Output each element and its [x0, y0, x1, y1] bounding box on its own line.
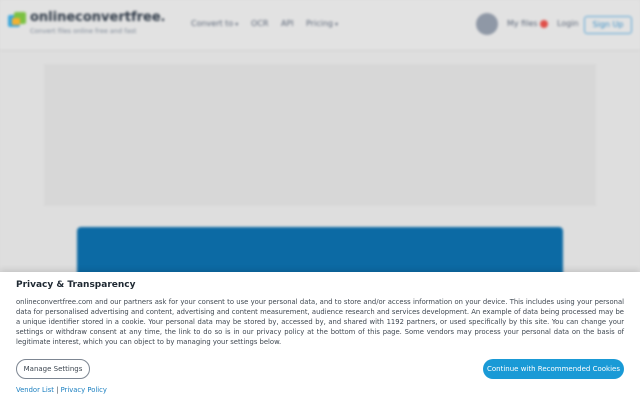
- vendor-list-link[interactable]: Vendor List: [16, 386, 54, 394]
- login-label: Login: [557, 19, 579, 28]
- nav-convert-to[interactable]: Convert to ▾: [191, 19, 238, 28]
- nav-label: OCR: [251, 19, 269, 28]
- signup-button[interactable]: Sign Up: [584, 16, 632, 34]
- my-files-link[interactable]: My files: [507, 19, 548, 28]
- nav-label: Convert to: [191, 19, 234, 28]
- nav-ocr[interactable]: OCR: [251, 19, 268, 28]
- continue-with-recommended-cookies-button[interactable]: Continue with Recommended Cookies: [483, 359, 624, 379]
- my-files-label: My files: [507, 19, 538, 28]
- consent-footer-links: Vendor List | Privacy Policy: [16, 386, 107, 394]
- privacy-policy-link[interactable]: Privacy Policy: [61, 386, 107, 394]
- nav-label: Pricing: [306, 19, 333, 28]
- consent-title: Privacy & Transparency: [16, 280, 136, 290]
- chevron-down-icon: ▾: [334, 21, 338, 28]
- site-header: onlineconvertfree.c Convert files online…: [0, 0, 640, 51]
- cookie-consent-dialog: Privacy & Transparency onlineconvertfree…: [0, 272, 640, 400]
- logo-tagline: Convert files online free and fast: [30, 27, 137, 35]
- link-separator: |: [56, 386, 59, 394]
- nav-label: API: [281, 19, 294, 28]
- chevron-down-icon: ▾: [235, 21, 239, 28]
- ad-placeholder: [44, 64, 596, 206]
- my-files-badge: [539, 19, 548, 28]
- logo-text[interactable]: onlineconvertfree.c: [30, 10, 164, 25]
- nav-api[interactable]: API: [281, 19, 294, 28]
- login-link[interactable]: Login: [557, 19, 579, 28]
- manage-settings-button[interactable]: Manage Settings: [16, 359, 90, 379]
- consent-body: onlineconvertfree.com and our partners a…: [16, 298, 624, 346]
- nav-pricing[interactable]: Pricing ▾: [306, 19, 338, 28]
- user-avatar-icon[interactable]: [476, 13, 498, 35]
- logo-icon[interactable]: [7, 11, 27, 29]
